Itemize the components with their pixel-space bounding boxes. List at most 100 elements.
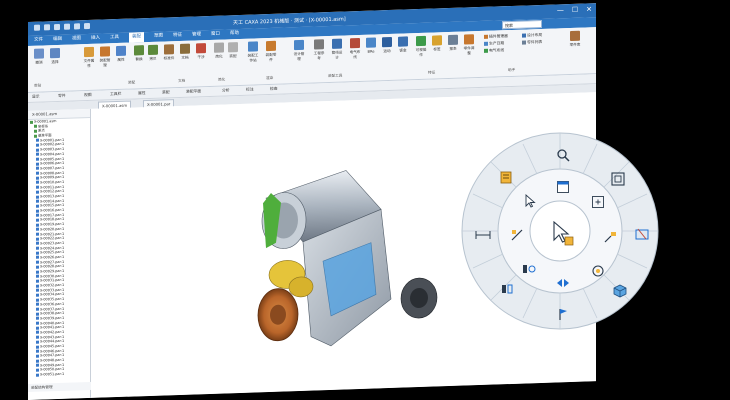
tag-icon — [432, 35, 442, 46]
ribbon-button-workstation[interactable]: 装配工作站 — [246, 41, 260, 63]
toolbar-analysis[interactable]: 分析 — [222, 87, 230, 93]
menu-feature[interactable]: 特征 — [173, 31, 182, 41]
simplify-icon — [214, 42, 224, 53]
toolbar-assembly-plane[interactable]: 装配平面 — [186, 88, 201, 95]
rotate-icon[interactable] — [591, 264, 605, 278]
engineering-ref-icon — [314, 39, 324, 50]
radial-menu — [460, 131, 660, 331]
ribbon-button-assembly-part[interactable]: 装配零件 — [264, 40, 278, 63]
ribbon-button-sheetmetal[interactable]: 钣金 — [396, 36, 410, 53]
part-icon — [36, 242, 39, 246]
report-icon — [448, 34, 458, 46]
ribbon-button-file-properties[interactable]: 文件属性 — [82, 46, 96, 69]
part-adjust-icon — [464, 34, 474, 45]
fit-view-icon[interactable] — [611, 172, 625, 186]
toolbar-display[interactable]: 显示 — [32, 94, 40, 100]
ribbon-button-assembly[interactable]: 装配 — [226, 42, 240, 59]
toolbar-properties[interactable]: 属性 — [138, 90, 146, 96]
menu-insert[interactable]: 插入 — [91, 34, 100, 44]
select-arrow-icon[interactable] — [524, 194, 536, 208]
ribbon-item-electric[interactable]: 电气布线 — [484, 47, 504, 54]
toolbar-check[interactable]: 检查 — [270, 86, 278, 92]
measure-icon[interactable] — [475, 230, 491, 240]
ribbon-item-design-layout[interactable]: 设计布局 — [522, 32, 542, 39]
minimize-button[interactable]: — — [557, 6, 564, 14]
status-bar: 装配结构管理 — [28, 381, 93, 392]
part-icon — [36, 232, 39, 236]
ribbon-button-standard-part[interactable]: 标准件 — [162, 44, 176, 61]
ribbon-button-motion[interactable]: 运动 — [380, 36, 394, 54]
window-view-icon[interactable] — [557, 181, 570, 194]
move-component-icon[interactable] — [603, 230, 617, 244]
zoom-icon[interactable] — [556, 148, 570, 162]
ribbon-button-properties[interactable]: 属性 — [114, 45, 128, 63]
toolbar-view[interactable]: 视图 — [84, 92, 92, 98]
open-icon[interactable] — [64, 23, 70, 30]
ribbon-button-report[interactable]: 报表 — [446, 34, 460, 52]
part-icon — [36, 138, 39, 142]
ribbon-item-production-date[interactable]: 生产日期 — [484, 40, 504, 47]
part-icon — [36, 317, 39, 321]
flip-icon[interactable] — [556, 277, 570, 289]
bre-icon — [366, 37, 376, 48]
window-controls: — ☐ ✕ — [557, 5, 592, 14]
menu-help[interactable]: 帮助 — [230, 29, 239, 39]
section-view-icon[interactable] — [635, 227, 649, 241]
copy-icon — [148, 44, 158, 56]
ribbon-button-assembly-manage[interactable]: 装配管理 — [98, 46, 112, 68]
ribbon-item-plugin-manager[interactable]: 插件管理器 — [484, 33, 508, 40]
ribbon-button-simplify[interactable]: 简化 — [212, 42, 226, 59]
ribbon-button-undo[interactable]: 撤消 — [32, 48, 46, 65]
ribbon-button-engineering-ref[interactable]: 工程参考 — [312, 39, 326, 61]
menu-assembly[interactable]: 装配 — [129, 32, 144, 43]
menu-tools[interactable]: 工具 — [110, 33, 119, 43]
group-label-assistant: 助手 — [508, 67, 516, 73]
ribbon-item-part-list[interactable]: 零件列表 — [522, 39, 542, 46]
ribbon-button-visual-op[interactable]: 可视操作 — [414, 35, 428, 58]
ribbon-button-bre[interactable]: BRe — [364, 37, 378, 54]
toolbar-toolbar[interactable]: 工具栏 — [110, 91, 121, 97]
ribbon-button-document[interactable]: 文档 — [178, 43, 192, 61]
part-icon — [36, 152, 39, 157]
isolate-icon[interactable] — [500, 282, 514, 296]
print-icon[interactable] — [74, 23, 80, 30]
part-icon — [36, 288, 39, 292]
settings-icon[interactable] — [84, 22, 90, 30]
ribbon-button-part-adjust[interactable]: 零件调整 — [462, 34, 476, 56]
ribbon-button-copy[interactable]: 拷贝 — [146, 44, 160, 62]
menu-view[interactable]: 视图 — [72, 34, 81, 44]
close-button[interactable]: ✕ — [586, 5, 592, 13]
toolbar-part[interactable]: 零件 — [58, 93, 66, 99]
maximize-button[interactable]: ☐ — [572, 6, 578, 14]
ribbon-button-design-manage[interactable]: 设计管理 — [292, 39, 306, 62]
menu-window[interactable]: 窗口 — [211, 30, 220, 40]
cursor-select-icon[interactable] — [551, 221, 575, 247]
ribbon-button-part-library[interactable]: 零件库 — [568, 30, 582, 48]
menu-manage[interactable]: 管理 — [192, 30, 201, 40]
mate-icon[interactable] — [510, 228, 524, 242]
ribbon-button-tag[interactable]: 标签 — [430, 35, 444, 52]
save-icon[interactable] — [34, 24, 40, 31]
part-icon — [36, 157, 39, 161]
view-cube-icon[interactable] — [613, 284, 627, 298]
ribbon-button-select[interactable]: 选择 — [48, 47, 62, 65]
menu-sketch[interactable]: 草图 — [154, 32, 163, 42]
tree-item[interactable]: X-00051.par:1 — [28, 371, 90, 378]
notes-icon[interactable] — [500, 170, 514, 184]
toolbar-assembly[interactable]: 装配 — [162, 89, 170, 95]
part-icon — [36, 335, 39, 339]
ribbon-button-interference[interactable]: 干涉 — [194, 43, 208, 60]
ribbon-button-replace[interactable]: 替换 — [132, 45, 146, 62]
ribbon-button-electric-wiring[interactable]: 电气布线 — [348, 37, 362, 60]
flag-icon[interactable] — [556, 307, 570, 321]
redo-icon[interactable] — [54, 23, 60, 31]
menu-edit[interactable]: 编辑 — [53, 35, 62, 45]
menu-file[interactable]: 文件 — [34, 36, 43, 46]
undo-icon[interactable] — [44, 24, 50, 31]
align-icon[interactable] — [522, 263, 536, 275]
ribbon-button-pipe-design[interactable]: 管线设计 — [330, 38, 344, 61]
part-icon — [36, 237, 39, 241]
fit-icon[interactable] — [592, 196, 605, 209]
toolbar-annotate[interactable]: 标注 — [246, 87, 254, 93]
search-input[interactable]: 搜索 — [502, 19, 542, 30]
